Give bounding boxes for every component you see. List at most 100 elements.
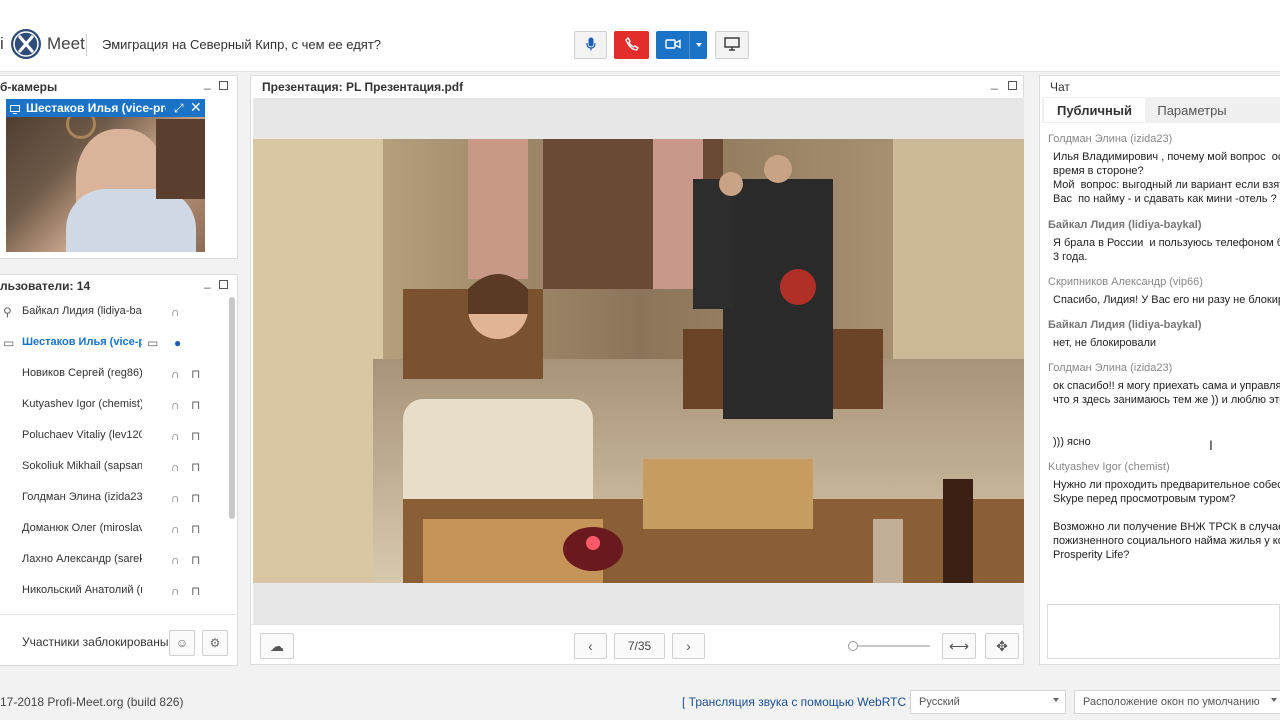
microphone-button[interactable] (574, 31, 607, 59)
user-row[interactable]: ▭ Шестаков Илья (vice-p ▭ ● (0, 327, 228, 358)
language-select[interactable]: Русский (910, 690, 1066, 714)
maximize-icon[interactable] (1008, 81, 1017, 90)
chat-author: Байкал Лидия (lidiya-baykal) (1048, 319, 1202, 331)
headphones-icon: ∩ (171, 553, 180, 567)
smiley-icon: ☺ (175, 636, 189, 650)
minimize-icon[interactable]: _ (991, 76, 998, 90)
zoom-slider-handle[interactable] (848, 641, 858, 651)
maximize-icon[interactable] (219, 81, 228, 90)
lock-icon[interactable]: ⊓ (191, 584, 200, 598)
chat-text: нет, не блокировали (1053, 337, 1157, 349)
chat-message: Kutyashev Igor (chemist) Нужно ли проходи… (1048, 461, 1280, 562)
camera-options-dropdown[interactable] (689, 31, 707, 59)
user-icon: ⚲ (3, 305, 12, 319)
fit-width-button[interactable]: ⟷ (942, 633, 976, 659)
fit-page-button[interactable]: ✥ (985, 633, 1019, 659)
user-name: Байкал Лидия (lidiya-bay (22, 305, 142, 317)
headphones-icon: ∩ (171, 491, 180, 505)
lock-icon[interactable]: ⊓ (191, 367, 200, 381)
video-camera-icon (664, 38, 681, 53)
lock-icon[interactable]: ⊓ (191, 460, 200, 474)
webrtc-status[interactable]: [ Трансляция звука с помощью WebRTC ] (682, 695, 913, 709)
logo-text: Meet (47, 34, 85, 53)
emoji-button[interactable]: ☺ (169, 630, 195, 656)
close-icon[interactable]: ✕ (190, 99, 202, 116)
user-row[interactable]: Poluchaev Vitaliy (lev120 ∩ ⊓ (0, 420, 228, 451)
page-indicator[interactable]: 7/35 (614, 633, 665, 659)
header-divider (86, 34, 87, 56)
previous-slide-button[interactable]: ‹ (574, 633, 607, 659)
minimize-icon[interactable]: _ (204, 76, 211, 90)
settings-button[interactable]: ⚙ (202, 630, 228, 656)
tab-public[interactable]: Публичный (1044, 98, 1145, 122)
chat-message: Байкал Лидия (lidiya-baykal) нет, не блок… (1048, 319, 1280, 350)
user-row[interactable]: Лахно Александр (sarek ∩ ⊓ (0, 544, 228, 575)
upload-button[interactable]: ☁ (260, 633, 294, 659)
monitor-icon: ▭ (3, 336, 15, 350)
chat-title: Чат (1050, 80, 1070, 94)
user-name: Лахно Александр (sarek (22, 553, 142, 565)
lock-icon[interactable]: ⊓ (191, 398, 200, 412)
headphones-icon: ∩ (171, 429, 180, 443)
zoom-slider[interactable] (848, 645, 930, 647)
next-slide-button[interactable]: › (672, 633, 705, 659)
webcams-title: б-камеры (0, 80, 58, 94)
user-name: Sokoliuk Mikhail (sapsan (22, 460, 142, 472)
user-name: Шестаков Илья (vice-p (22, 336, 142, 348)
maximize-icon[interactable] (219, 280, 228, 289)
logo-prefix: i (0, 34, 4, 53)
chat-author: Скрипников Александр (vip66) (1048, 276, 1203, 288)
user-row[interactable]: Kutyashev Igor (chemist) ∩ ⊓ (0, 389, 228, 420)
copyright-text: 17-2018 Profi-Meet.org (build 826) (0, 695, 184, 709)
tab-parameters[interactable]: Параметры (1146, 98, 1238, 122)
chat-message: Голдман Элина (izida23) ок спасибо!! я мо… (1048, 362, 1280, 449)
language-value: Русский (919, 696, 960, 708)
chat-author: Голдман Элина (izida23) (1048, 362, 1173, 374)
camera-button[interactable] (656, 31, 689, 59)
user-row[interactable]: Никольский Анатолий (n ∩ ⊓ (0, 575, 228, 606)
microphone-icon (585, 37, 596, 54)
lock-icon[interactable]: ⊓ (191, 553, 200, 567)
lock-icon[interactable]: ⊓ (191, 491, 200, 505)
chat-text: Спасибо, Лидия! У Вас его ни разу не бло… (1053, 294, 1280, 306)
expand-icon[interactable]: ⤢ (174, 101, 184, 116)
layout-value: Расположение окон по умолчанию (1083, 696, 1260, 708)
headphones-icon: ∩ (171, 584, 180, 598)
logo-icon (11, 29, 41, 59)
webcam-video[interactable] (6, 99, 205, 252)
lock-icon[interactable]: ⊓ (191, 429, 200, 443)
microphone-icon[interactable]: ● (174, 336, 181, 350)
screen-share-button[interactable] (715, 31, 749, 59)
chat-author: Байкал Лидия (lidiya-baykal) (1048, 219, 1202, 231)
user-row[interactable]: Доманюк Олег (miroslav) ∩ ⊓ (0, 513, 228, 544)
video-camera-icon: ▭ (147, 336, 159, 350)
monitor-icon (724, 36, 740, 54)
headphones-icon: ∩ (171, 305, 180, 319)
users-scrollbar[interactable] (229, 297, 235, 519)
hangup-button[interactable] (614, 31, 649, 59)
minimize-icon[interactable]: _ (204, 275, 211, 289)
monitor-icon (10, 103, 20, 117)
headphones-icon: ∩ (171, 398, 180, 412)
user-row[interactable]: Sokoliuk Mikhail (sapsan ∩ ⊓ (0, 451, 228, 482)
user-name: Kutyashev Igor (chemist) (22, 398, 142, 410)
user-name: Доманюк Олег (miroslav) (22, 522, 142, 534)
participants-blocked-label: Участники заблокированы (22, 635, 169, 649)
cloud-upload-icon: ☁ (270, 637, 284, 654)
chat-message: Голдман Элина (izida23) Илья Владимирович… (1048, 133, 1280, 206)
chat-text: Я брала в России и пользуюсь телефоном б… (1053, 237, 1280, 263)
headphones-icon: ∩ (171, 522, 180, 536)
user-row[interactable]: Новиков Сергей (reg86) ∩ ⊓ (0, 358, 228, 389)
lock-icon[interactable]: ⊓ (191, 522, 200, 536)
chat-author: Kutyashev Igor (chemist) (1048, 461, 1170, 473)
layout-select[interactable]: Расположение окон по умолчанию (1074, 690, 1280, 714)
chat-author: Голдман Элина (izida23) (1048, 133, 1173, 145)
headphones-icon: ∩ (171, 460, 180, 474)
user-row[interactable]: ⚲ Байкал Лидия (lidiya-bay ∩ (0, 296, 228, 327)
chat-input[interactable] (1047, 604, 1280, 659)
conference-title: Эмиграция на Северный Кипр, с чем ее едя… (102, 37, 382, 52)
user-row[interactable]: Голдман Элина (izida23) ∩ ⊓ (0, 482, 228, 513)
user-name: Голдман Элина (izida23) (22, 491, 142, 503)
chevron-left-icon: ‹ (588, 638, 593, 654)
chevron-down-icon (1271, 698, 1277, 702)
